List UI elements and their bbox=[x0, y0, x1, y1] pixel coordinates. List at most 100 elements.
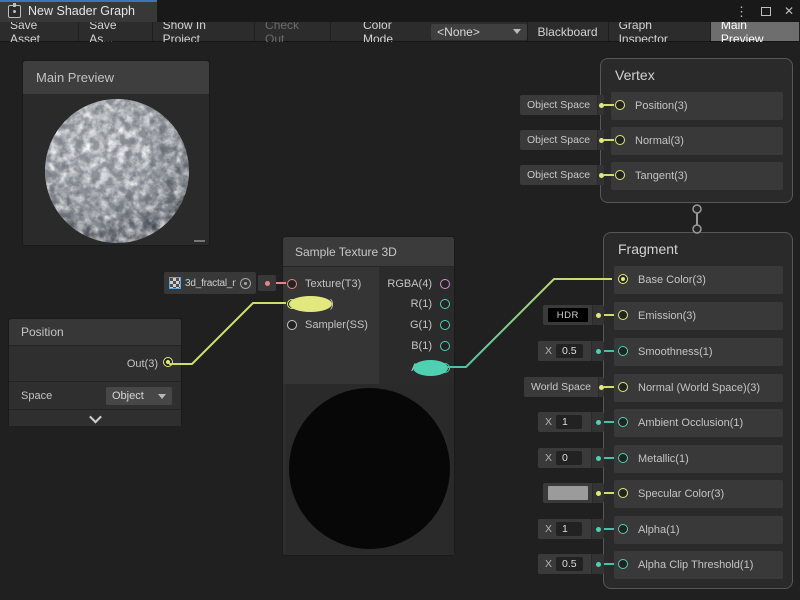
fragment-row-ambient-occlusion[interactable]: Ambient Occlusion(1) bbox=[614, 409, 783, 437]
fragment-node[interactable]: Fragment Base Color(3) Emission(3) Smoot… bbox=[603, 232, 793, 589]
position-node[interactable]: Position Out(3) Space Object bbox=[8, 318, 182, 426]
x-label: X bbox=[545, 452, 552, 464]
texture-name: 3d_fractal_n bbox=[185, 278, 236, 289]
row-label: Position(3) bbox=[635, 100, 688, 112]
tab-title: New Shader Graph bbox=[28, 4, 135, 18]
texture-object-field[interactable]: 3d_fractal_n bbox=[164, 272, 256, 294]
widget-connector bbox=[597, 130, 604, 150]
fragment-row-smoothness[interactable]: Smoothness(1) bbox=[614, 338, 783, 366]
maximize-icon[interactable] bbox=[761, 7, 771, 16]
fragment-row-alpha[interactable]: Alpha(1) bbox=[614, 516, 783, 544]
texture-port[interactable] bbox=[287, 279, 297, 289]
emission-port[interactable] bbox=[618, 310, 628, 320]
graph-inspector-toggle-button[interactable]: Graph Inspector bbox=[609, 22, 711, 41]
position-node-title[interactable]: Position bbox=[9, 319, 181, 345]
fragment-row-specular-color[interactable]: Specular Color(3) bbox=[614, 480, 783, 508]
uv-port[interactable] bbox=[287, 299, 297, 309]
position-port[interactable] bbox=[615, 100, 625, 110]
r-port[interactable] bbox=[440, 299, 450, 309]
save-as-button[interactable]: Save As... bbox=[79, 22, 152, 41]
row-label: Smoothness(1) bbox=[638, 346, 713, 358]
value-input[interactable]: 0.5 bbox=[556, 344, 583, 358]
metallic-field[interactable]: X 0 bbox=[538, 448, 604, 468]
tab-new-shader-graph[interactable]: New Shader Graph bbox=[0, 0, 157, 22]
widget-connector bbox=[591, 412, 604, 432]
out-port[interactable] bbox=[163, 357, 173, 367]
node-preview bbox=[285, 384, 454, 555]
object-picker-icon[interactable] bbox=[240, 278, 251, 289]
normal-ws-port[interactable] bbox=[618, 382, 628, 392]
save-asset-button[interactable]: Save Asset bbox=[0, 22, 79, 41]
fragment-row-metallic[interactable]: Metallic(1) bbox=[614, 445, 783, 473]
vertex-row-position[interactable]: Position(3) bbox=[611, 92, 783, 120]
widget-connector bbox=[592, 305, 604, 325]
tangent-space-dropdown[interactable]: Object Space bbox=[520, 165, 604, 185]
vertex-row-tangent[interactable]: Tangent(3) bbox=[611, 162, 783, 190]
alpha-field[interactable]: X 1 bbox=[538, 519, 604, 539]
collapse-chevron-icon[interactable] bbox=[89, 410, 102, 423]
hdr-color-swatch[interactable]: HDR bbox=[548, 308, 588, 322]
shader-graph-window: New Shader Graph ⋮ ✕ Save Asset Save As.… bbox=[0, 0, 800, 600]
widget-connector bbox=[598, 377, 604, 397]
g-port[interactable] bbox=[440, 320, 450, 330]
specular-color-port[interactable] bbox=[618, 488, 628, 498]
normal-port[interactable] bbox=[615, 135, 625, 145]
show-in-project-button[interactable]: Show In Project bbox=[153, 22, 255, 41]
space-dropdown[interactable]: Object bbox=[106, 387, 172, 405]
sampler-port[interactable] bbox=[287, 320, 297, 330]
ambient-occlusion-field[interactable]: X 1 bbox=[538, 412, 604, 432]
main-preview-title: Main Preview bbox=[36, 70, 114, 85]
fragment-row-alpha-clip-threshold[interactable]: Alpha Clip Threshold(1) bbox=[614, 551, 783, 579]
b-port[interactable] bbox=[440, 341, 450, 351]
value-input[interactable]: 0.5 bbox=[556, 557, 583, 571]
a-port[interactable] bbox=[440, 363, 450, 373]
widget-connector bbox=[597, 165, 604, 185]
normal-space-dropdown-fragment[interactable]: World Space bbox=[524, 377, 604, 397]
blackboard-toggle-button[interactable]: Blackboard bbox=[527, 22, 609, 41]
main-preview-panel[interactable]: Main Preview bbox=[22, 60, 210, 246]
edge-position-to-uv[interactable] bbox=[169, 303, 286, 364]
texture-preview-sphere bbox=[289, 388, 450, 549]
smoothness-port[interactable] bbox=[618, 346, 628, 356]
specular-color-field[interactable] bbox=[543, 483, 604, 503]
output-rgba: RGBA(4) bbox=[387, 274, 450, 294]
main-preview-header[interactable]: Main Preview bbox=[23, 61, 209, 94]
main-preview-toggle-button[interactable]: Main Preview bbox=[711, 22, 800, 41]
space-value: Object bbox=[112, 390, 144, 402]
tangent-port[interactable] bbox=[615, 170, 625, 180]
emission-color-field[interactable]: HDR bbox=[543, 305, 604, 325]
close-icon[interactable]: ✕ bbox=[784, 5, 794, 17]
fragment-row-normal-ws[interactable]: Normal (World Space)(3) bbox=[614, 374, 783, 402]
fragment-row-base-color[interactable]: Base Color(3) bbox=[614, 266, 783, 294]
shader-preview-sphere[interactable] bbox=[42, 96, 192, 246]
panel-resize-handle[interactable] bbox=[194, 240, 205, 242]
x-label: X bbox=[545, 416, 552, 428]
position-space-dropdown[interactable]: Object Space bbox=[520, 95, 604, 115]
alpha-clip-threshold-port[interactable] bbox=[618, 559, 628, 569]
alpha-clip-threshold-field[interactable]: X 0.5 bbox=[538, 554, 604, 574]
smoothness-field[interactable]: X 0.5 bbox=[538, 341, 604, 361]
vertex-row-normal[interactable]: Normal(3) bbox=[611, 127, 783, 155]
value-input[interactable]: 1 bbox=[556, 415, 582, 429]
value-input[interactable]: 0 bbox=[556, 451, 582, 465]
sample-texture-3d-title[interactable]: Sample Texture 3D bbox=[283, 237, 454, 267]
stem-top-connector[interactable] bbox=[693, 205, 701, 213]
window-menu-icon[interactable]: ⋮ bbox=[735, 5, 748, 18]
graph-canvas[interactable]: Main Preview bbox=[0, 42, 800, 600]
base-color-port[interactable] bbox=[618, 274, 628, 284]
row-label: Specular Color(3) bbox=[638, 488, 724, 500]
ambient-occlusion-port[interactable] bbox=[618, 417, 628, 427]
chevron-down-icon bbox=[158, 394, 166, 399]
rgba-port[interactable] bbox=[440, 279, 450, 289]
vertex-node[interactable]: Vertex Position(3) Normal(3) Tangent(3) bbox=[600, 58, 793, 203]
metallic-port[interactable] bbox=[618, 453, 628, 463]
row-label: Base Color(3) bbox=[638, 274, 706, 286]
value-input[interactable]: 1 bbox=[556, 522, 582, 536]
x-label: X bbox=[545, 523, 552, 535]
alpha-port[interactable] bbox=[618, 524, 628, 534]
color-swatch[interactable] bbox=[548, 486, 588, 500]
normal-space-dropdown[interactable]: Object Space bbox=[520, 130, 604, 150]
sample-texture-3d-node[interactable]: Sample Texture 3D Texture(T3) UV(3) Samp… bbox=[282, 236, 455, 556]
color-mode-dropdown[interactable]: <None> bbox=[431, 24, 526, 40]
fragment-row-emission[interactable]: Emission(3) bbox=[614, 302, 783, 330]
